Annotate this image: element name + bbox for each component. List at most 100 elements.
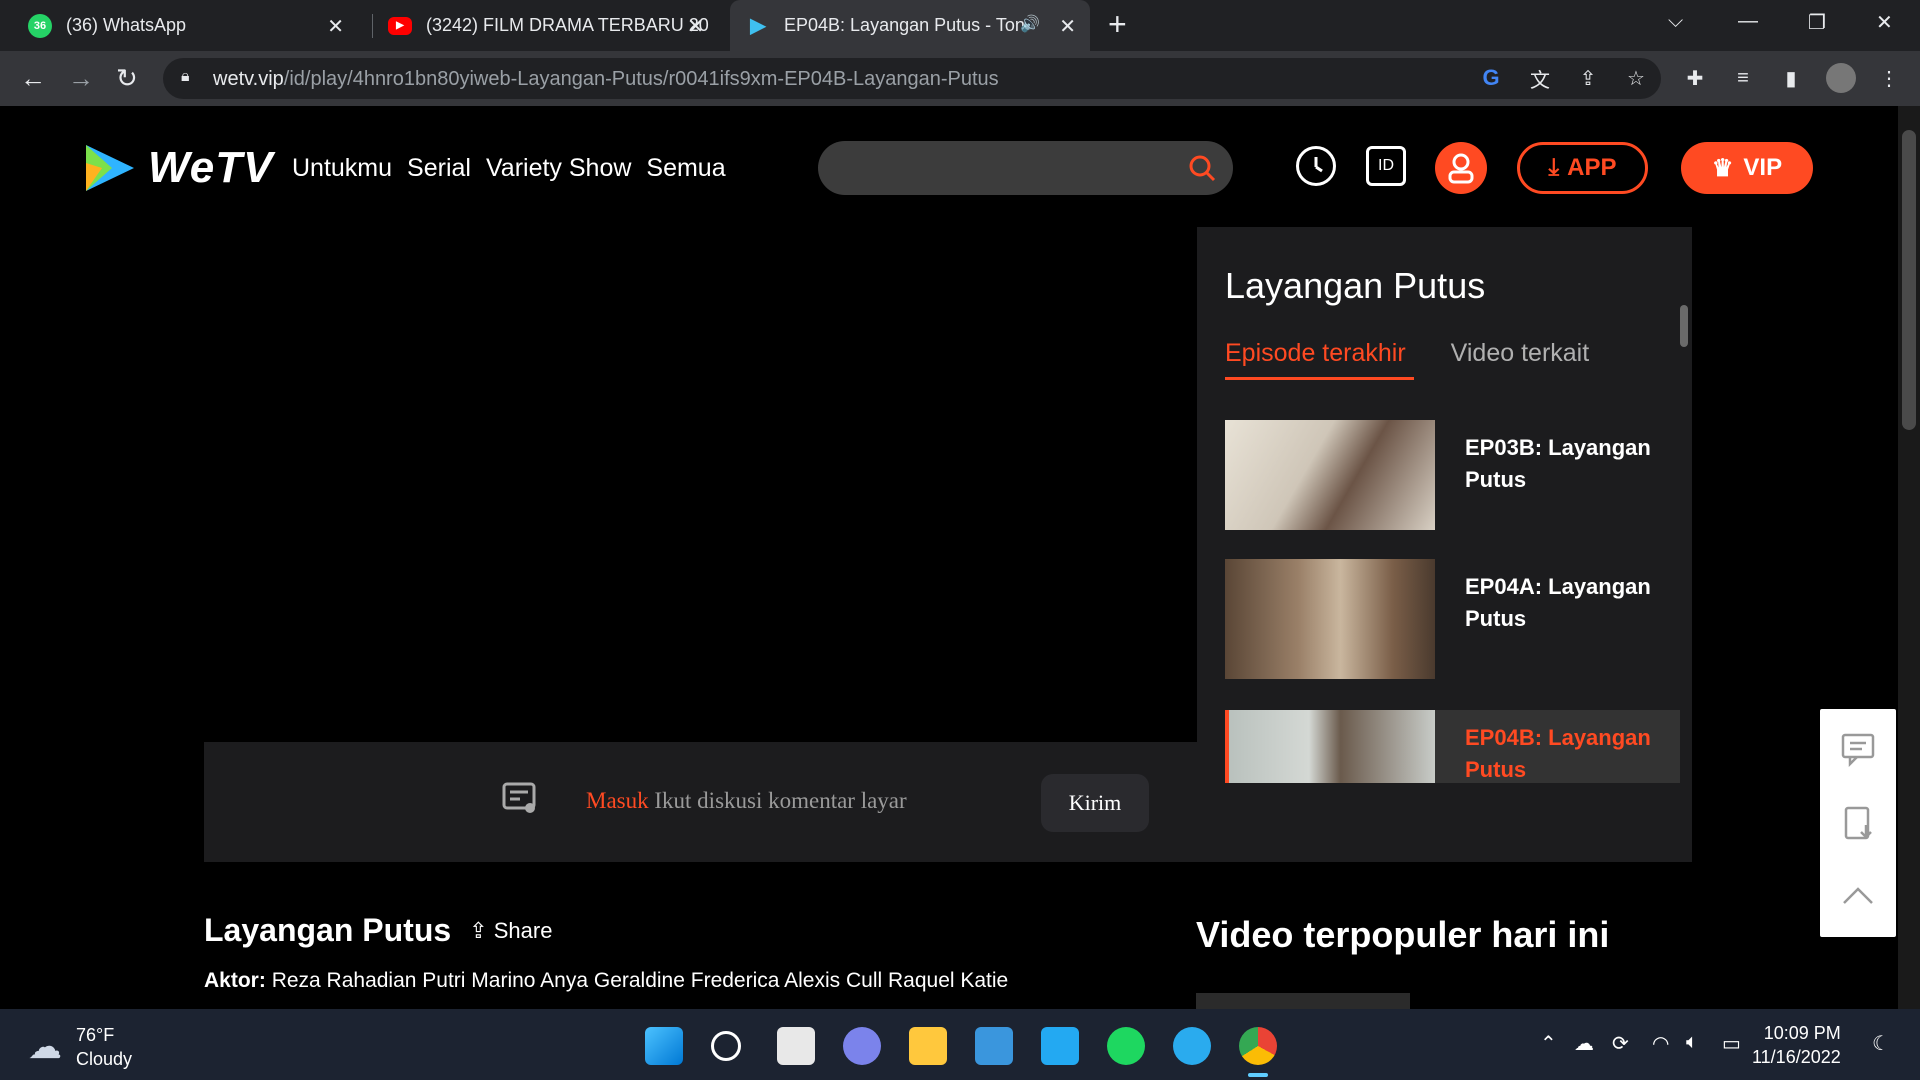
youtube-icon: ▶ bbox=[388, 16, 412, 35]
comment-input[interactable]: Masuk Ikut diskusi komentar layar bbox=[586, 788, 907, 814]
close-icon[interactable]: ✕ bbox=[1059, 14, 1076, 39]
minimize-icon[interactable]: — bbox=[1738, 10, 1758, 33]
wifi-icon[interactable]: ◠ bbox=[1652, 1031, 1669, 1056]
logo-text: WeTV bbox=[148, 143, 274, 192]
date: 11/16/2022 bbox=[1752, 1047, 1841, 1067]
clock[interactable]: 10:09 PM 11/16/2022 bbox=[1752, 1021, 1841, 1069]
teams-chat-icon[interactable] bbox=[843, 1027, 881, 1065]
google-icon[interactable]: G bbox=[1478, 65, 1504, 91]
show-info: Layangan Putus ⇪ Share Aktor: Reza Rahad… bbox=[204, 912, 1008, 993]
video-player[interactable] bbox=[204, 227, 1197, 742]
popular-video-thumbnail[interactable] bbox=[1196, 993, 1410, 1009]
episode-item[interactable]: EP03B: Layangan Putus bbox=[1225, 420, 1680, 530]
telegram-icon[interactable] bbox=[1173, 1027, 1211, 1065]
nav-semua[interactable]: Semua bbox=[646, 154, 725, 183]
url-field[interactable]: 🔒︎ wetv.vip/id/play/4hnro1bn80yiweb-Laya… bbox=[163, 58, 1661, 99]
user-avatar-button[interactable] bbox=[1435, 142, 1487, 194]
episode-title: EP03B: Layangan Putus bbox=[1465, 432, 1651, 496]
share-icon[interactable]: ⇪ bbox=[1575, 65, 1601, 91]
forward-icon[interactable]: → bbox=[68, 63, 94, 93]
danmaku-icon[interactable] bbox=[502, 782, 538, 816]
restore-icon[interactable]: ❐ bbox=[1808, 10, 1826, 35]
windows-taskbar: ☁ 76°F Cloudy ⌃ ☁ ⟳ ◠ 🔈︎ ▭ 10:09 PM 11/16/… bbox=[0, 1009, 1920, 1080]
tab-youtube[interactable]: ▶ (3242) FILM DRAMA TERBARU 20 ✕ bbox=[388, 0, 718, 51]
tab-whatsapp[interactable]: 36 (36) WhatsApp ✕ bbox=[28, 0, 358, 51]
side-panel-icon[interactable]: ▮ bbox=[1778, 65, 1804, 91]
scrollbar-thumb[interactable] bbox=[1902, 130, 1916, 430]
wetv-logo[interactable]: WeTV bbox=[82, 143, 273, 193]
tab-title: (36) WhatsApp bbox=[66, 15, 187, 35]
wetv-icon: ▶ bbox=[750, 15, 766, 37]
tab-video-terkait[interactable]: Video terkait bbox=[1451, 339, 1590, 368]
feedback-icon[interactable] bbox=[1840, 731, 1876, 767]
battery-icon[interactable]: ▭ bbox=[1722, 1031, 1741, 1056]
nav-untukmu[interactable]: Untukmu bbox=[292, 154, 392, 183]
translate-icon[interactable]: ⽂ bbox=[1527, 65, 1553, 92]
close-icon[interactable]: ✕ bbox=[687, 14, 704, 39]
menu-icon[interactable]: ⋮ bbox=[1876, 65, 1902, 91]
reload-icon[interactable]: ↻ bbox=[116, 63, 138, 93]
search-icon[interactable] bbox=[1187, 153, 1217, 183]
tab-wetv[interactable]: ▶ EP04B: Layangan Putus - Ton 🔊 ✕ bbox=[730, 0, 1090, 51]
spotify-icon[interactable] bbox=[1107, 1027, 1145, 1065]
sidebar-title: Layangan Putus bbox=[1225, 265, 1486, 306]
weather-widget[interactable]: ☁ 76°F Cloudy bbox=[28, 1023, 132, 1071]
mail-icon[interactable] bbox=[975, 1027, 1013, 1065]
share-button[interactable]: ⇪ Share bbox=[469, 918, 552, 944]
download-device-icon[interactable] bbox=[1840, 805, 1876, 841]
tab-search-icon[interactable]: ⌵ bbox=[1668, 10, 1683, 33]
current-indicator bbox=[1225, 710, 1229, 783]
sidebar-scrollbar[interactable] bbox=[1680, 305, 1688, 347]
download-icon: ⤓ bbox=[1548, 154, 1560, 181]
login-link[interactable]: Masuk bbox=[586, 788, 649, 813]
bookmark-star-icon[interactable]: ☆ bbox=[1623, 65, 1649, 91]
sync-icon[interactable]: ⟳ bbox=[1612, 1031, 1629, 1056]
page-scrollbar[interactable] bbox=[1898, 106, 1920, 1009]
task-view-icon[interactable] bbox=[777, 1027, 815, 1065]
history-icon[interactable] bbox=[1296, 146, 1336, 186]
lock-icon[interactable]: 🔒︎ bbox=[181, 68, 190, 86]
app-label: APP bbox=[1567, 154, 1617, 181]
volume-icon[interactable]: 🔈︎ bbox=[1686, 1031, 1698, 1054]
tab-title: (3242) FILM DRAMA TERBARU 20 bbox=[426, 15, 709, 35]
back-to-top-icon[interactable] bbox=[1840, 879, 1876, 915]
actors-label: Aktor: bbox=[204, 969, 266, 992]
time: 10:09 PM bbox=[1763, 1023, 1841, 1043]
share-label: Share bbox=[493, 917, 553, 943]
episode-title: EP04B: Layangan Putus bbox=[1465, 722, 1651, 783]
episode-thumbnail bbox=[1225, 420, 1435, 530]
search-taskbar-icon[interactable] bbox=[711, 1031, 741, 1061]
new-tab-button[interactable]: + bbox=[1108, 6, 1127, 43]
close-window-icon[interactable]: ✕ bbox=[1876, 10, 1893, 35]
whatsapp-icon: 36 bbox=[28, 13, 52, 38]
episode-title-line2: Putus bbox=[1465, 606, 1527, 631]
download-app-button[interactable]: ⤓ APP bbox=[1517, 142, 1648, 194]
nav-serial[interactable]: Serial bbox=[407, 154, 471, 183]
tab-episode-terakhir[interactable]: Episode terakhir bbox=[1225, 339, 1414, 380]
vip-button[interactable]: ♛ VIP bbox=[1681, 142, 1813, 194]
nav-variety-show[interactable]: Variety Show bbox=[486, 154, 631, 183]
file-explorer-icon[interactable] bbox=[909, 1027, 947, 1065]
close-icon[interactable]: ✕ bbox=[327, 14, 344, 39]
search-input[interactable] bbox=[818, 141, 1233, 195]
tab-title: EP04B: Layangan Putus - Ton bbox=[784, 15, 1025, 35]
onedrive-icon[interactable]: ☁ bbox=[1574, 1031, 1594, 1056]
language-button[interactable]: ID bbox=[1366, 146, 1406, 186]
vscode-icon[interactable] bbox=[1041, 1027, 1079, 1065]
back-icon[interactable]: ← bbox=[20, 63, 46, 93]
episode-item-current[interactable]: EP04B: Layangan Putus bbox=[1225, 710, 1680, 783]
share-icon: ⇪ bbox=[469, 917, 488, 943]
moon-icon[interactable]: ☾ bbox=[1872, 1031, 1890, 1056]
media-control-icon[interactable]: ≡ bbox=[1730, 65, 1756, 91]
send-button[interactable]: Kirim bbox=[1041, 774, 1149, 832]
weather-condition: Cloudy bbox=[76, 1049, 133, 1069]
temperature: 76°F bbox=[76, 1025, 115, 1045]
episode-item[interactable]: EP04A: Layangan Putus bbox=[1225, 559, 1680, 679]
episode-title-line1: EP03B: Layangan bbox=[1465, 435, 1651, 460]
tray-chevron-icon[interactable]: ⌃ bbox=[1540, 1031, 1557, 1056]
start-icon[interactable] bbox=[645, 1027, 683, 1065]
profile-avatar[interactable] bbox=[1826, 63, 1856, 93]
extensions-icon[interactable]: ✚ bbox=[1682, 65, 1708, 91]
chrome-icon[interactable] bbox=[1239, 1027, 1277, 1065]
audio-playing-icon[interactable]: 🔊 bbox=[1020, 14, 1040, 34]
